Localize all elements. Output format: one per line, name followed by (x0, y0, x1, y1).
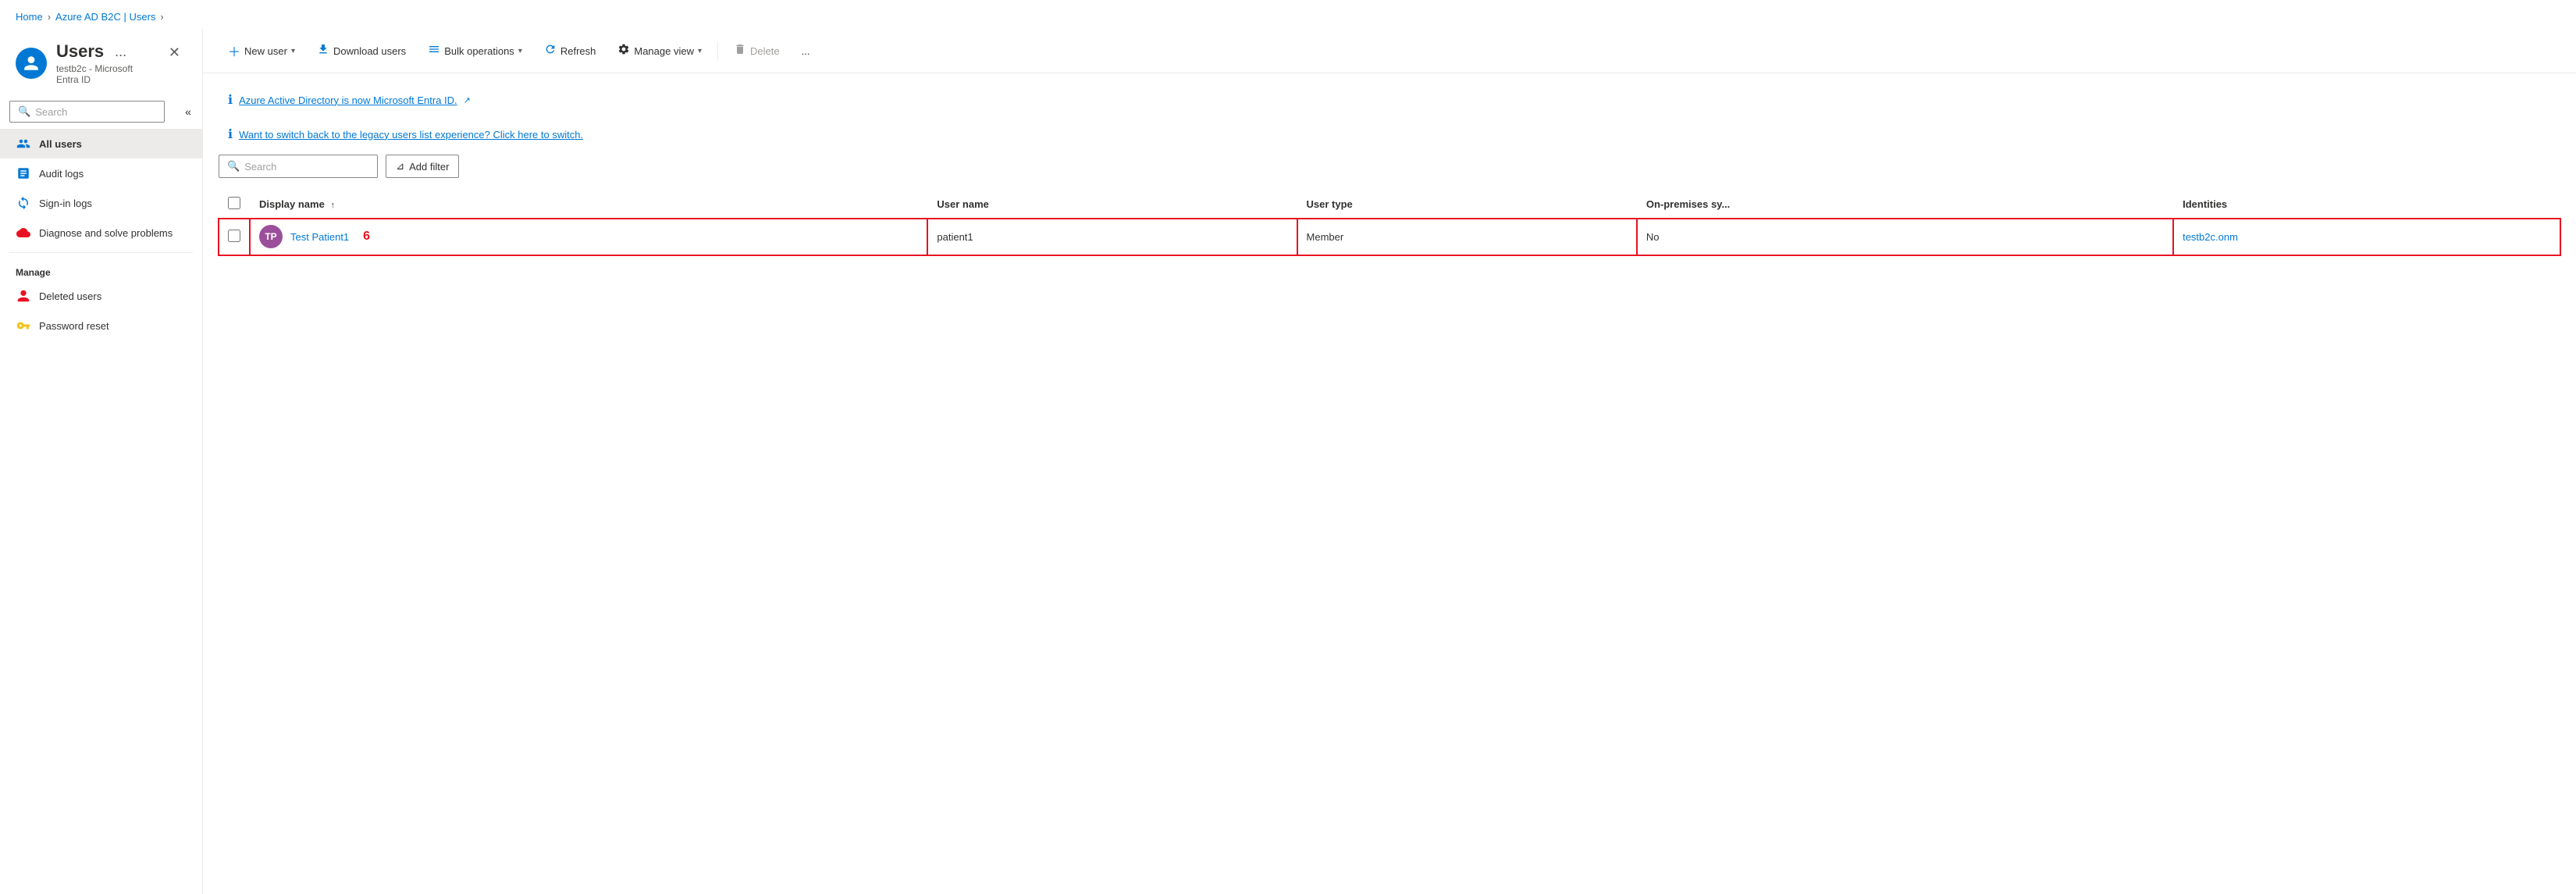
sidebar-item-audit-logs-label: Audit logs (39, 168, 84, 180)
row-on-premises: No (1646, 231, 1660, 243)
header-identities: Identities (2173, 191, 2560, 219)
row-identity-cell: testb2c.onm (2173, 219, 2560, 255)
password-reset-icon (16, 318, 31, 333)
sidebar-search-input[interactable] (35, 106, 156, 118)
toolbar: ＋ New user ▾ Download users Bulk operati… (203, 29, 2576, 73)
more-icon: ... (802, 45, 810, 57)
filter-funnel-icon: ⊿ (396, 160, 404, 173)
add-filter-button[interactable]: ⊿ Add filter (386, 155, 459, 178)
table-header: Display name ↑ User name User type On-pr… (219, 191, 2560, 219)
breadcrumb-home[interactable]: Home (16, 11, 43, 23)
filter-search-input[interactable] (244, 161, 369, 173)
row-checkbox-cell (219, 219, 250, 255)
sidebar-header: Users ... testb2c - Microsoft Entra ID ✕ (0, 29, 202, 94)
info-banner-entra: ℹ Azure Active Directory is now Microsof… (219, 86, 2560, 114)
sidebar-more-button[interactable]: ... (110, 42, 131, 62)
new-user-button[interactable]: ＋ New user ▾ (219, 37, 304, 65)
close-button[interactable]: ✕ (162, 41, 187, 64)
row-user-name: patient1 (937, 231, 973, 243)
info-icon-1: ℹ (228, 92, 233, 108)
info-banner-legacy: ℹ Want to switch back to the legacy user… (219, 120, 2560, 148)
filter-search-icon: 🔍 (227, 160, 240, 173)
row-user-type-cell: Member (1297, 219, 1637, 255)
deleted-users-icon (16, 288, 31, 304)
filter-search-box[interactable]: 🔍 (219, 155, 378, 178)
info-icon-2: ℹ (228, 126, 233, 142)
manage-view-chevron: ▾ (698, 47, 702, 55)
download-users-button[interactable]: Download users (308, 38, 415, 63)
download-icon (317, 43, 329, 59)
diagnose-icon (16, 225, 31, 240)
filter-row: 🔍 ⊿ Add filter (219, 155, 2560, 178)
info-banner-entra-link[interactable]: Azure Active Directory is now Microsoft … (239, 94, 457, 106)
row-user-type: Member (1307, 231, 1344, 243)
row-display-name-cell: TP Test Patient1 6 (250, 219, 927, 255)
sidebar-item-deleted-users[interactable]: Deleted users (0, 281, 202, 311)
header-on-premises: On-premises sy... (1637, 191, 2173, 219)
user-avatar: TP (259, 225, 283, 248)
sidebar-item-signin-logs[interactable]: Sign-in logs (0, 188, 202, 218)
sidebar: Users ... testb2c - Microsoft Entra ID ✕… (0, 29, 203, 894)
refresh-button[interactable]: Refresh (535, 38, 606, 63)
collapse-button[interactable]: « (177, 101, 199, 123)
row-user-name-cell: patient1 (927, 219, 1297, 255)
sidebar-item-password-reset-label: Password reset (39, 320, 109, 332)
breadcrumb-azure-ad[interactable]: Azure AD B2C | Users (55, 11, 155, 23)
all-users-icon (16, 136, 31, 151)
header-display-name[interactable]: Display name ↑ (250, 191, 927, 219)
sidebar-avatar-icon (16, 48, 47, 79)
nav-divider (9, 252, 193, 253)
sidebar-search-icon: 🔍 (18, 105, 30, 118)
table-body: TP Test Patient1 6 patient1 Member (219, 219, 2560, 255)
sidebar-title-text: Users (56, 41, 104, 62)
manage-section-label: Manage (0, 258, 202, 281)
manage-view-button[interactable]: Manage view ▾ (608, 38, 711, 63)
sidebar-search-box[interactable]: 🔍 (9, 101, 165, 123)
bulk-ops-icon (428, 43, 440, 59)
bulk-ops-chevron: ▾ (518, 47, 522, 55)
sidebar-subtitle: testb2c - Microsoft Entra ID (56, 63, 153, 85)
row-on-premises-cell: No (1637, 219, 2173, 255)
delete-button[interactable]: Delete (724, 38, 789, 63)
info-banner-legacy-link[interactable]: Want to switch back to the legacy users … (239, 129, 583, 141)
sidebar-item-deleted-users-label: Deleted users (39, 290, 101, 302)
new-user-chevron: ▾ (291, 47, 295, 55)
sidebar-search-row: 🔍 « (0, 94, 202, 129)
table-row: TP Test Patient1 6 patient1 Member (219, 219, 2560, 255)
content-area: ＋ New user ▾ Download users Bulk operati… (203, 29, 2576, 894)
breadcrumb: Home › Azure AD B2C | Users › (0, 0, 2576, 29)
sidebar-search-container: 🔍 (0, 94, 174, 129)
audit-logs-icon (16, 166, 31, 181)
toolbar-separator (717, 41, 718, 60)
more-button[interactable]: ... (792, 41, 820, 62)
select-all-checkbox[interactable] (228, 197, 240, 209)
signin-logs-icon (16, 195, 31, 211)
header-user-type: User type (1297, 191, 1637, 219)
new-user-icon: ＋ (228, 41, 240, 60)
row-number: 6 (363, 230, 370, 244)
bulk-operations-button[interactable]: Bulk operations ▾ (418, 38, 532, 63)
external-link-icon-1: ↗ (464, 95, 471, 105)
header-user-name: User name (927, 191, 1297, 219)
sidebar-item-all-users-label: All users (39, 138, 82, 150)
row-identity-link[interactable]: testb2c.onm (2183, 231, 2238, 243)
content-body: ℹ Azure Active Directory is now Microsof… (203, 73, 2576, 894)
add-filter-label: Add filter (409, 161, 449, 173)
user-display-name-link[interactable]: Test Patient1 (290, 231, 349, 243)
sidebar-item-audit-logs[interactable]: Audit logs (0, 158, 202, 188)
sidebar-item-diagnose[interactable]: Diagnose and solve problems (0, 218, 202, 248)
sidebar-item-signin-logs-label: Sign-in logs (39, 198, 92, 209)
sort-icon: ↑ (330, 201, 335, 210)
header-checkbox-col (219, 191, 250, 219)
sidebar-item-password-reset[interactable]: Password reset (0, 311, 202, 340)
users-table: Display name ↑ User name User type On-pr… (219, 191, 2560, 255)
sidebar-nav: All users Audit logs Sign-in logs (0, 129, 202, 894)
refresh-icon (544, 43, 557, 59)
sidebar-item-diagnose-label: Diagnose and solve problems (39, 227, 173, 239)
manage-view-icon (617, 43, 630, 59)
delete-icon (734, 43, 746, 59)
row-checkbox[interactable] (228, 230, 240, 242)
sidebar-item-all-users[interactable]: All users (0, 129, 202, 158)
